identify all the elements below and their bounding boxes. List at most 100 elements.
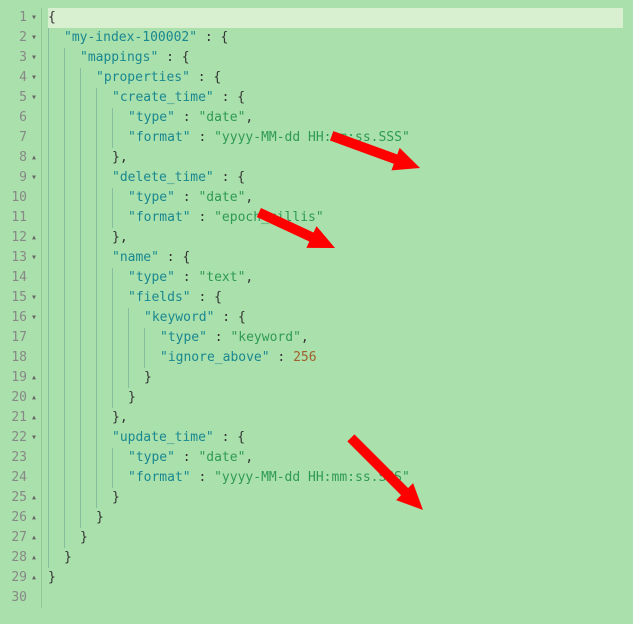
code-line[interactable]: "type" : "keyword",	[48, 328, 623, 348]
line-number: 17	[11, 328, 27, 348]
gutter-line[interactable]: 28▴	[10, 548, 37, 568]
code-line[interactable]: }	[48, 568, 623, 588]
code-line[interactable]: },	[48, 148, 623, 168]
code-line[interactable]: }	[48, 488, 623, 508]
gutter-line[interactable]: 1▾	[10, 8, 37, 28]
fold-icon[interactable]: ▴	[29, 548, 37, 568]
code-line[interactable]: "format" : "yyyy-MM-dd HH:mm:ss.SSS"	[48, 128, 623, 148]
gutter-line[interactable]: 17	[10, 328, 37, 348]
token-key: "my-index-100002"	[64, 30, 197, 45]
code-line[interactable]: "name" : {	[48, 248, 623, 268]
gutter-line[interactable]: 19▴	[10, 368, 37, 388]
fold-icon[interactable]: ▾	[29, 68, 37, 88]
gutter-line[interactable]: 21▴	[10, 408, 37, 428]
code-area[interactable]: {"my-index-100002" : {"mappings" : {"pro…	[42, 8, 623, 608]
fold-icon[interactable]: ▾	[29, 168, 37, 188]
gutter-line[interactable]: 6	[10, 108, 37, 128]
token-punc: }	[96, 510, 104, 525]
fold-icon[interactable]: ▴	[29, 368, 37, 388]
fold-icon[interactable]: ▾	[29, 428, 37, 448]
line-number: 22	[11, 428, 27, 448]
gutter-line[interactable]: 4▾	[10, 68, 37, 88]
code-line[interactable]: },	[48, 228, 623, 248]
gutter-line[interactable]: 9▾	[10, 168, 37, 188]
code-line[interactable]: {	[48, 8, 623, 28]
code-line[interactable]: }	[48, 508, 623, 528]
code-line[interactable]: "properties" : {	[48, 68, 623, 88]
line-number: 2	[11, 28, 27, 48]
code-line[interactable]: "update_time" : {	[48, 428, 623, 448]
fold-icon[interactable]: ▾	[29, 248, 37, 268]
code-line[interactable]: "my-index-100002" : {	[48, 28, 623, 48]
gutter-line[interactable]: 15▾	[10, 288, 37, 308]
fold-icon[interactable]: ▴	[29, 528, 37, 548]
gutter-line[interactable]: 8▴	[10, 148, 37, 168]
gutter-line[interactable]: 11	[10, 208, 37, 228]
code-line[interactable]: "ignore_above" : 256	[48, 348, 623, 368]
code-editor[interactable]: 1▾2▾3▾4▾5▾678▴9▾101112▴13▾1415▾16▾171819…	[10, 8, 623, 608]
code-line[interactable]: "format" : "epoch_millis"	[48, 208, 623, 228]
code-line[interactable]	[48, 588, 623, 608]
gutter-line[interactable]: 24	[10, 468, 37, 488]
code-line[interactable]: "type" : "date",	[48, 448, 623, 468]
gutter-line[interactable]: 10	[10, 188, 37, 208]
fold-icon[interactable]: ▴	[29, 408, 37, 428]
fold-icon[interactable]: ▾	[29, 288, 37, 308]
gutter-line[interactable]: 7	[10, 128, 37, 148]
code-line[interactable]: }	[48, 368, 623, 388]
fold-icon[interactable]: ▾	[29, 88, 37, 108]
indent-guide	[96, 228, 112, 248]
gutter-line[interactable]: 22▾	[10, 428, 37, 448]
gutter-line[interactable]: 23	[10, 448, 37, 468]
fold-icon[interactable]: ▴	[29, 568, 37, 588]
gutter-line[interactable]: 12▴	[10, 228, 37, 248]
fold-icon[interactable]: ▾	[29, 28, 37, 48]
code-line[interactable]: "type" : "text",	[48, 268, 623, 288]
gutter-line[interactable]: 5▾	[10, 88, 37, 108]
code-line[interactable]: "delete_time" : {	[48, 168, 623, 188]
code-line[interactable]: "mappings" : {	[48, 48, 623, 68]
code-line[interactable]: "format" : "yyyy-MM-dd HH:mm:ss.SSS"	[48, 468, 623, 488]
token-key: "format"	[128, 470, 191, 485]
fold-icon[interactable]: ▾	[29, 48, 37, 68]
gutter-line[interactable]: 30	[10, 588, 37, 608]
gutter-line[interactable]: 27▴	[10, 528, 37, 548]
gutter-line[interactable]: 26▴	[10, 508, 37, 528]
fold-icon[interactable]: ▾	[29, 8, 37, 28]
code-line[interactable]: "type" : "date",	[48, 108, 623, 128]
fold-icon[interactable]: ▴	[29, 228, 37, 248]
gutter-line[interactable]: 25▴	[10, 488, 37, 508]
indent-guide	[144, 348, 160, 368]
fold-icon[interactable]: ▴	[29, 508, 37, 528]
fold-icon[interactable]: ▾	[29, 308, 37, 328]
code-line[interactable]: "create_time" : {	[48, 88, 623, 108]
code-line[interactable]: },	[48, 408, 623, 428]
fold-icon[interactable]: ▴	[29, 388, 37, 408]
code-line[interactable]: "fields" : {	[48, 288, 623, 308]
indent-guide	[64, 268, 80, 288]
gutter-line[interactable]: 29▴	[10, 568, 37, 588]
gutter-line[interactable]: 14	[10, 268, 37, 288]
indent-guide	[64, 168, 80, 188]
code-line[interactable]: "type" : "date",	[48, 188, 623, 208]
token-num: 256	[293, 350, 316, 365]
indent-guide	[48, 48, 64, 68]
token-str: "date"	[198, 450, 245, 465]
code-line[interactable]: }	[48, 388, 623, 408]
code-line[interactable]: }	[48, 548, 623, 568]
code-line[interactable]: "keyword" : {	[48, 308, 623, 328]
gutter-line[interactable]: 3▾	[10, 48, 37, 68]
gutter-line[interactable]: 16▾	[10, 308, 37, 328]
token-punc: :	[197, 30, 220, 45]
gutter-line[interactable]: 18	[10, 348, 37, 368]
gutter-line[interactable]: 13▾	[10, 248, 37, 268]
indent-guide	[80, 428, 96, 448]
code-line[interactable]: }	[48, 528, 623, 548]
fold-icon[interactable]: ▴	[29, 488, 37, 508]
indent-guide	[48, 328, 64, 348]
token-punc: :	[191, 470, 214, 485]
fold-icon[interactable]: ▴	[29, 148, 37, 168]
line-gutter[interactable]: 1▾2▾3▾4▾5▾678▴9▾101112▴13▾1415▾16▾171819…	[10, 8, 42, 608]
gutter-line[interactable]: 2▾	[10, 28, 37, 48]
gutter-line[interactable]: 20▴	[10, 388, 37, 408]
